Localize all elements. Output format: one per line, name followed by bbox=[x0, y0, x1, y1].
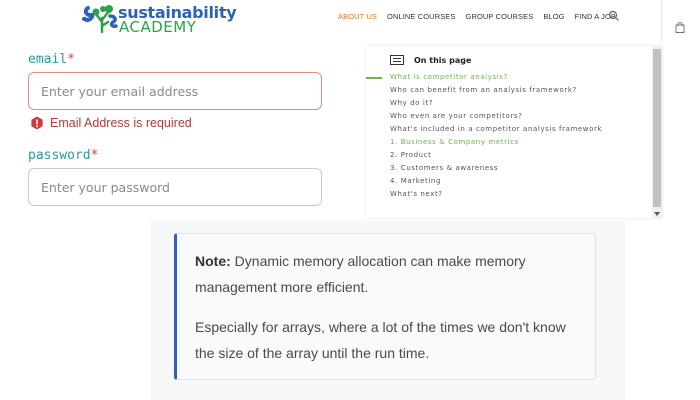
email-label-text: email bbox=[28, 52, 68, 67]
password-label: password* bbox=[28, 148, 98, 163]
toc-scrollbar-thumb[interactable] bbox=[653, 49, 661, 207]
email-label: email* bbox=[28, 52, 75, 67]
login-form: email* Enter your email address Email Ad… bbox=[0, 44, 350, 222]
toc-list: What is competitor analysis? Who can ben… bbox=[390, 73, 640, 203]
toc-header: On this page bbox=[390, 55, 471, 65]
nav-divider bbox=[661, 0, 662, 42]
note-paragraph-2: Especially for arrays, where a lot of th… bbox=[195, 314, 580, 366]
password-field[interactable]: Enter your password bbox=[28, 168, 322, 206]
logo[interactable]: sustainability ACADEMY bbox=[82, 2, 237, 36]
note-label: Note: bbox=[195, 253, 231, 269]
password-label-text: password bbox=[28, 148, 91, 163]
note-callout: Note: Dynamic memory allocation can make… bbox=[174, 233, 596, 380]
nav-item-about-us[interactable]: ABOUT US bbox=[338, 12, 377, 21]
tree-logo-icon bbox=[82, 5, 118, 34]
toc-item-business-metrics[interactable]: 1. Business & Company metrics bbox=[390, 138, 640, 146]
alert-icon bbox=[31, 116, 43, 130]
toc-item-who-are-competitors[interactable]: Who even are your competitors? bbox=[390, 112, 640, 120]
password-required-mark: * bbox=[90, 148, 99, 163]
list-icon bbox=[390, 55, 404, 65]
email-required-mark: * bbox=[67, 52, 75, 67]
scroll-down-arrow-icon[interactable] bbox=[654, 212, 660, 216]
search-icon[interactable] bbox=[608, 10, 620, 22]
toc-item-marketing[interactable]: 4. Marketing bbox=[390, 177, 640, 185]
email-field[interactable]: Enter your email address bbox=[28, 72, 322, 110]
password-placeholder: Enter your password bbox=[41, 179, 170, 195]
nav-item-group-courses[interactable]: GROUP COURSES bbox=[466, 12, 534, 21]
toc-item-competitor-analysis[interactable]: What is competitor analysis? bbox=[390, 73, 640, 81]
toc-title: On this page bbox=[414, 55, 472, 65]
toc-item-who-can-benefit[interactable]: Who can benefit from an analysis framewo… bbox=[390, 86, 640, 94]
email-error-text: Email Address is required bbox=[50, 116, 192, 130]
table-of-contents: On this page What is competitor analysis… bbox=[366, 46, 662, 218]
note-line-2: Especially for arrays, where a lot of th… bbox=[195, 319, 566, 361]
shopping-bag-icon[interactable] bbox=[675, 22, 685, 33]
toc-item-why-do-it[interactable]: Why do it? bbox=[390, 99, 640, 107]
logo-text-academy: ACADEMY bbox=[119, 18, 197, 36]
email-placeholder: Enter your email address bbox=[41, 83, 199, 99]
toc-scrollbar[interactable] bbox=[652, 46, 662, 218]
toc-item-product[interactable]: 2. Product bbox=[390, 151, 640, 159]
nav-item-online-courses[interactable]: ONLINE COURSES bbox=[387, 12, 456, 21]
toc-item-whats-included[interactable]: What's included in a competitor analysis… bbox=[390, 125, 640, 133]
main-nav: ABOUT US ONLINE COURSES GROUP COURSES BL… bbox=[338, 12, 616, 21]
note-section: Note: Dynamic memory allocation can make… bbox=[150, 221, 626, 400]
toc-item-whats-next[interactable]: What's next? bbox=[390, 190, 640, 198]
site-header: sustainability ACADEMY ABOUT US ONLINE C… bbox=[0, 0, 700, 42]
toc-item-customers-awareness[interactable]: 3. Customers & awareness bbox=[390, 164, 640, 172]
toc-active-marker bbox=[366, 77, 382, 79]
email-error-message: Email Address is required bbox=[30, 116, 192, 130]
nav-item-blog[interactable]: BLOG bbox=[543, 12, 564, 21]
note-paragraph-1: Note: Dynamic memory allocation can make… bbox=[195, 248, 580, 300]
note-line-1: Dynamic memory allocation can make memor… bbox=[195, 253, 526, 295]
